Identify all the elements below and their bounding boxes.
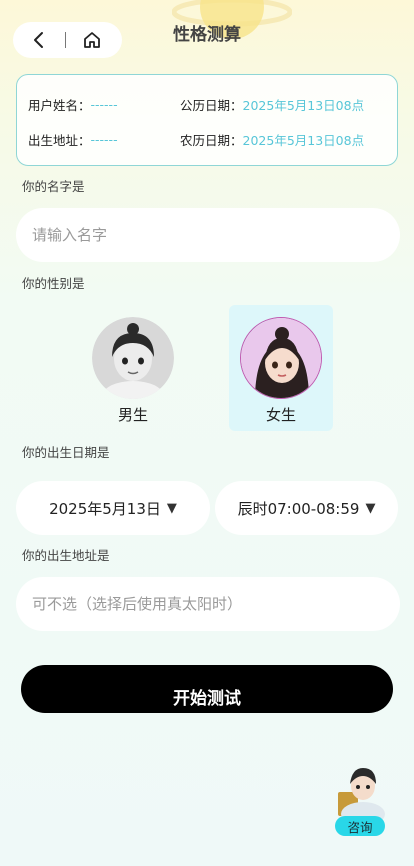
gender-label-female: 女生 bbox=[265, 406, 296, 424]
solar-date-row: 公历日期： 2025年5月13日08点 bbox=[180, 95, 364, 114]
birth-date-select[interactable]: 2025年5月13日 ▼ bbox=[16, 481, 210, 535]
birth-date-section-label: 你的出生日期是 bbox=[22, 445, 110, 460]
lunar-date-row: 农历日期： 2025年5月13日08点 bbox=[180, 130, 364, 149]
birth-date-value: 2025年5月13日 bbox=[49, 499, 161, 518]
chevron-down-icon: ▼ bbox=[166, 500, 177, 516]
female-avatar bbox=[240, 317, 322, 399]
birth-address-input[interactable] bbox=[16, 595, 400, 613]
solar-date-value: 2025年5月13日08点 bbox=[242, 98, 365, 113]
name-section-label: 你的名字是 bbox=[22, 179, 85, 194]
gender-option-male[interactable]: 男生 bbox=[81, 305, 185, 431]
start-test-button[interactable]: 开始测试 bbox=[21, 665, 393, 713]
male-avatar-image bbox=[92, 317, 174, 399]
solar-date-label: 公历日期： bbox=[180, 98, 243, 113]
birth-address-section-label: 你的出生地址是 bbox=[22, 548, 110, 563]
birth-address-value: ------ bbox=[90, 132, 118, 147]
birth-time-select[interactable]: 辰时07:00-08:59 ▼ bbox=[215, 481, 398, 535]
gender-option-female[interactable]: 女生 bbox=[229, 305, 333, 431]
lunar-date-label: 农历日期： bbox=[180, 133, 243, 148]
consult-button[interactable]: 咨询 bbox=[332, 766, 388, 836]
birth-address-row: 出生地址： ------ bbox=[28, 130, 118, 149]
info-card: 用户姓名： ------ 公历日期： 2025年5月13日08点 出生地址： -… bbox=[16, 74, 398, 166]
gender-section-label: 你的性别是 bbox=[22, 276, 85, 291]
page-title: 性格测算 bbox=[173, 25, 241, 45]
female-avatar-image bbox=[241, 318, 321, 398]
user-name-row: 用户姓名： ------ bbox=[28, 95, 118, 114]
name-input[interactable] bbox=[16, 226, 400, 244]
birth-address-input-pill bbox=[16, 577, 400, 631]
user-name-value: ------ bbox=[90, 97, 118, 112]
chevron-down-icon: ▼ bbox=[365, 500, 376, 516]
user-name-label: 用户姓名： bbox=[28, 98, 91, 113]
male-avatar bbox=[92, 317, 174, 399]
name-input-pill bbox=[16, 208, 400, 262]
gender-label-male: 男生 bbox=[117, 406, 148, 424]
consult-label: 咨询 bbox=[335, 816, 385, 836]
lunar-date-value: 2025年5月13日08点 bbox=[242, 133, 365, 148]
birth-time-value: 辰时07:00-08:59 bbox=[237, 499, 360, 518]
birth-address-label: 出生地址： bbox=[28, 133, 91, 148]
